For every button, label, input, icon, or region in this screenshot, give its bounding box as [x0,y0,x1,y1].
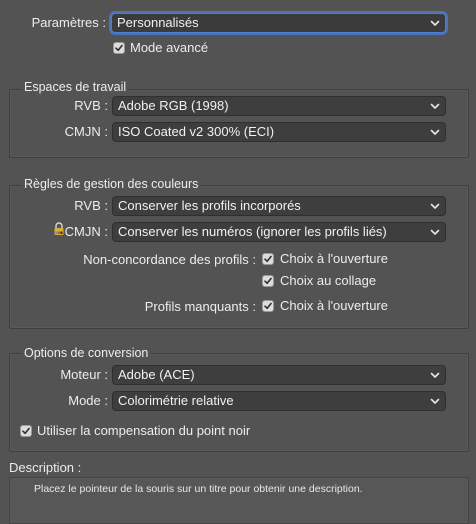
conversion-title: Options de conversion [22,346,151,361]
checkmark-icon [264,277,272,285]
working-spaces-title: Espaces de travail [22,80,129,95]
mismatch-ask-opening-checkbox[interactable] [262,253,274,265]
chevron-down-icon [430,203,440,209]
settings-label: Paramètres : [31,15,106,30]
black-point-checkbox[interactable] [20,425,32,437]
mismatch-ask-pasting-label: Choix au collage [280,273,377,288]
policy-cmyk-label: CMJN : [64,224,108,239]
policy-rgb-value: Conserver les profils incorporés [118,198,301,213]
policy-rgb-select[interactable]: Conserver les profils incorporés [112,196,446,216]
settings-select-value: Personnalisés [117,15,199,30]
mismatch-ask-pasting-checkbox[interactable] [262,275,274,287]
intent-select[interactable]: Colorimétrie relative [112,391,446,411]
working-rgb-value: Adobe RGB (1998) [118,98,229,113]
black-point-label: Utiliser la compensation du point noir [37,423,251,438]
policy-rgb-label: RVB : [74,198,108,213]
engine-value: Adobe (ACE) [118,367,195,382]
checkmark-icon [22,427,30,435]
working-cmyk-select[interactable]: ISO Coated v2 300% (ECI) [112,122,446,142]
intent-value: Colorimétrie relative [118,393,234,408]
engine-label: Moteur : [60,367,108,382]
chevron-down-icon [430,229,440,235]
mismatch-ask-opening-label: Choix à l'ouverture [280,251,388,266]
description-title: Description : [9,460,82,475]
working-cmyk-label: CMJN : [64,124,108,139]
checkmark-icon [264,255,272,263]
chevron-down-icon [430,103,440,109]
working-cmyk-value: ISO Coated v2 300% (ECI) [118,124,275,139]
settings-select[interactable]: Personnalisés [111,13,446,33]
color-management-title: Règles de gestion des couleurs [22,177,201,192]
intent-label: Mode : [68,393,108,408]
missing-profiles-label: Profils manquants : [144,299,256,314]
checkmark-icon [264,302,272,310]
working-rgb-label: RVB : [74,98,108,113]
working-rgb-select[interactable]: Adobe RGB (1998) [112,96,446,116]
missing-ask-opening-label: Choix à l'ouverture [280,298,388,313]
chevron-down-icon [430,129,440,135]
engine-select[interactable]: Adobe (ACE) [112,365,446,385]
advanced-mode-label: Mode avancé [130,40,209,55]
profile-mismatch-label: Non-concordance des profils : [83,252,256,267]
chevron-down-icon [430,20,440,26]
description-text: Placez le pointeur de la souris sur un t… [34,483,363,495]
policy-cmyk-value: Conserver les numéros (ignorer les profi… [118,224,387,239]
missing-ask-opening-checkbox[interactable] [262,300,274,312]
checkmark-icon [115,44,123,52]
chevron-down-icon [430,372,440,378]
advanced-mode-checkbox[interactable] [113,42,125,54]
chevron-down-icon [430,398,440,404]
policy-cmyk-select[interactable]: Conserver les numéros (ignorer les profi… [112,222,446,242]
